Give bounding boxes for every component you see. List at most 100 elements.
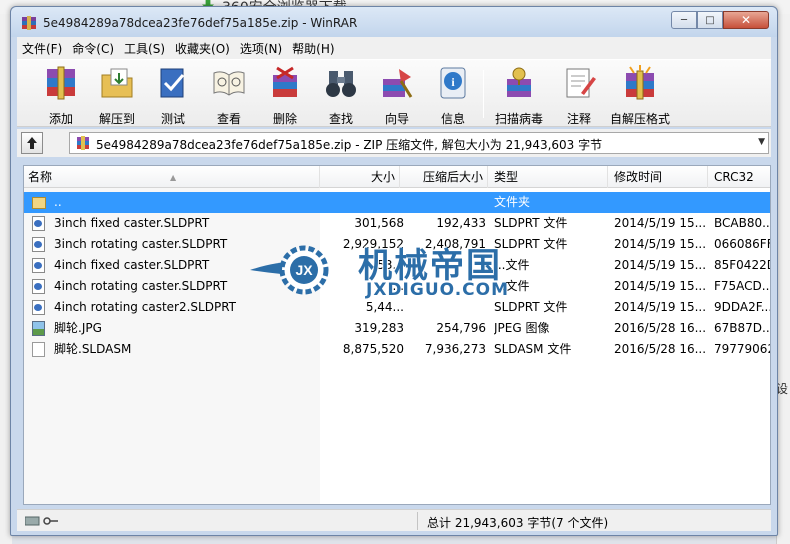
add-archive-icon: [47, 66, 75, 100]
row-packed: 2,408,791: [424, 237, 486, 251]
table-row[interactable]: 3inch fixed caster.SLDPRT 301,568 192,43…: [24, 213, 770, 234]
menu-bar: 文件(F) 命令(C) 工具(S) 收藏夹(O) 选项(N) 帮助(H): [17, 37, 771, 59]
winrar-app-icon: [22, 16, 36, 30]
up-folder-button[interactable]: [21, 132, 43, 154]
menu-help[interactable]: 帮助(H): [287, 40, 339, 57]
table-row-parent[interactable]: .. 文件夹: [24, 192, 770, 213]
background-right-edge: 设: [776, 14, 790, 544]
extract-to-label: 解压到: [98, 112, 135, 126]
blank-file-icon: [32, 342, 45, 357]
add-button[interactable]: 添加: [33, 65, 89, 126]
comment-button[interactable]: 注释: [551, 65, 607, 126]
menu-favorites[interactable]: 收藏夹(O): [170, 40, 235, 57]
row-crc: 85F0422D: [714, 258, 771, 272]
column-header-crc-label: CRC32: [714, 170, 754, 184]
drive-key-icon: [25, 516, 58, 526]
row-name: 脚轮.SLDASM: [54, 342, 132, 356]
view-button[interactable]: 查看: [201, 65, 257, 126]
extract-folder-icon: [101, 68, 133, 98]
sldprt-file-icon: [32, 279, 45, 294]
sldprt-file-icon: [32, 258, 45, 273]
sldprt-file-icon: [32, 300, 45, 315]
row-size: 319,283: [354, 321, 404, 335]
sfx-button[interactable]: 自解压格式: [607, 65, 673, 126]
row-size: ...: [392, 279, 404, 293]
delete-button[interactable]: 删除: [257, 65, 313, 126]
row-name: ..: [54, 195, 62, 209]
row-modified: 2014/5/19 15...: [614, 279, 707, 293]
row-name: 脚轮.JPG: [54, 321, 102, 335]
sldprt-file-icon: [32, 237, 45, 252]
up-arrow-icon: [27, 137, 37, 149]
wizard-label: 向导: [384, 112, 409, 126]
row-type: SLDASM 文件: [494, 342, 572, 356]
menu-options[interactable]: 选项(N): [235, 40, 287, 57]
table-row[interactable]: 脚轮.JPG 319,283 254,796 JPEG 图像 2016/5/28…: [24, 318, 770, 339]
row-modified: 2014/5/19 15...: [614, 216, 707, 230]
row-name: 3inch fixed caster.SLDPRT: [54, 216, 210, 230]
table-row[interactable]: 4inch fixed caster.SLDPRT 53... ...文件 20…: [24, 255, 770, 276]
find-button[interactable]: 查找: [313, 65, 369, 126]
row-name: 4inch rotating caster2.SLDPRT: [54, 300, 236, 314]
row-type: ...文件: [494, 279, 530, 293]
find-label: 查找: [328, 112, 353, 126]
row-size: 2,929,152: [342, 237, 404, 251]
add-label: 添加: [48, 112, 73, 126]
row-type: JPEG 图像: [494, 321, 550, 335]
file-list[interactable]: 名称 ▲ 大小 压缩后大小 类型 修改时间 CRC32 .. 文件夹 3inch …: [23, 165, 771, 505]
wizard-button[interactable]: 向导: [369, 65, 425, 126]
close-button[interactable]: ✕: [723, 11, 769, 29]
row-name: 3inch rotating caster.SLDPRT: [54, 237, 228, 251]
wizard-icon: [383, 69, 413, 98]
comment-pen-icon: [566, 68, 596, 98]
column-header-size-label: 大小: [370, 170, 395, 184]
row-packed: 254,796: [436, 321, 486, 335]
test-label: 测试: [160, 112, 185, 126]
minimize-button[interactable]: ─: [671, 11, 697, 29]
column-header-name[interactable]: 名称 ▲: [24, 166, 320, 188]
row-name: 4inch fixed caster.SLDPRT: [54, 258, 210, 272]
delete-archive-icon: [273, 66, 297, 97]
column-header-packed[interactable]: 压缩后大小: [400, 166, 488, 188]
row-type: SLDPRT 文件: [494, 237, 568, 251]
row-packed: [404, 276, 486, 297]
list-header: 名称 ▲ 大小 压缩后大小 类型 修改时间 CRC32: [24, 166, 770, 188]
table-row[interactable]: 脚轮.SLDASM 8,875,520 7,936,273 SLDASM 文件 …: [24, 339, 770, 360]
toolbar-separator: [483, 70, 484, 118]
column-header-size[interactable]: 大小: [320, 166, 400, 188]
table-row[interactable]: 4inch rotating caster.SLDPRT ... ...文件 2…: [24, 276, 770, 297]
column-header-type[interactable]: 类型: [488, 166, 608, 188]
virus-scan-icon: [507, 67, 531, 97]
info-button[interactable]: i 信息: [425, 65, 481, 126]
path-combobox[interactable]: 5e4984289a78dcea23fe76def75a185e.zip - Z…: [69, 132, 769, 154]
virus-scan-label: 扫描病毒: [494, 112, 543, 126]
title-bar[interactable]: 5e4984289a78dcea23fe76def75a185e.zip - W…: [11, 7, 777, 37]
column-header-modified[interactable]: 修改时间: [608, 166, 708, 188]
row-size: 53...: [377, 258, 404, 272]
row-size: 5,44...: [365, 300, 404, 314]
row-modified: 2014/5/19 15...: [614, 300, 707, 314]
maximize-button[interactable]: □: [697, 11, 723, 29]
row-crc: 9DDA2F...: [714, 300, 771, 314]
table-row[interactable]: 4inch rotating caster2.SLDPRT 5,44... SL…: [24, 297, 770, 318]
table-row[interactable]: 3inch rotating caster.SLDPRT 2,929,152 2…: [24, 234, 770, 255]
view-book-icon: [213, 71, 245, 96]
delete-label: 删除: [272, 112, 297, 126]
menu-file[interactable]: 文件(F): [17, 40, 67, 57]
column-header-crc[interactable]: CRC32: [708, 166, 770, 188]
status-total: 总计 21,943,603 字节(7 个文件): [427, 516, 609, 530]
path-text: 5e4984289a78dcea23fe76def75a185e.zip - Z…: [96, 138, 603, 152]
menu-commands[interactable]: 命令(C): [67, 40, 119, 57]
virus-scan-button[interactable]: 扫描病毒: [487, 65, 551, 126]
row-modified: 2016/5/28 16...: [614, 321, 707, 335]
extract-to-button[interactable]: 解压到: [89, 65, 145, 126]
test-button[interactable]: 测试: [145, 65, 201, 126]
comment-label: 注释: [566, 112, 591, 126]
sldprt-file-icon: [32, 216, 45, 231]
info-icon: i: [440, 67, 466, 99]
row-crc: 79779062: [714, 342, 771, 356]
sfx-label: 自解压格式: [609, 112, 670, 126]
chevron-down-icon[interactable]: ▼: [758, 137, 765, 147]
menu-tools[interactable]: 工具(S): [119, 40, 170, 57]
column-header-type-label: 类型: [494, 170, 519, 184]
